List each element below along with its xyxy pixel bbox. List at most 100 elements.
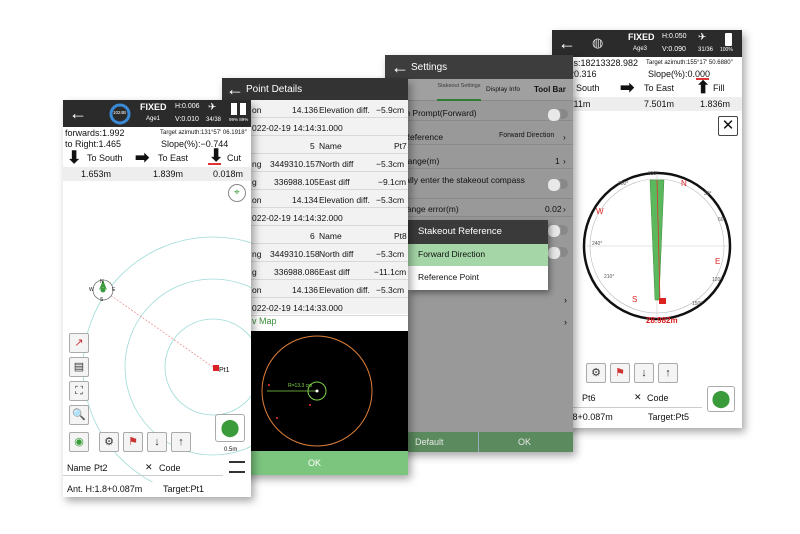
- name-bar: [552, 390, 702, 408]
- age-text: Age1: [146, 116, 161, 122]
- satellite-count: 34/38: [206, 117, 222, 123]
- compass-east: E: [715, 257, 721, 266]
- radius-label: R=13.3 cm: [288, 383, 313, 389]
- battery-icon: [240, 103, 246, 115]
- tick-240: 240°: [592, 241, 603, 247]
- guidance-arrow-east: ➡: [135, 148, 150, 167]
- title-bar: ← Point Details: [222, 78, 408, 100]
- status-bar: ← 1024B FIXED Age1 H:0.006 V:0.010 ✈ 34/…: [63, 100, 251, 127]
- tab-display-info[interactable]: Display Info: [486, 86, 520, 93]
- stakeout-reference-dialog: Stakeout Reference Forward Direction Ref…: [408, 220, 548, 290]
- compass-west: W: [89, 287, 94, 293]
- code-label: Code: [647, 393, 669, 403]
- tick-300: 300°: [618, 181, 629, 187]
- compass-south: S: [632, 295, 638, 304]
- compass-north: N: [100, 279, 104, 285]
- ok-button-label: OK: [308, 458, 322, 468]
- option-reference-label[interactable]: Reference Point: [418, 272, 479, 282]
- settings-gear-icon[interactable]: ⚙: [99, 432, 119, 452]
- setting-value: Forward Direction: [499, 132, 555, 139]
- toggle-switch[interactable]: [547, 108, 568, 122]
- toggle-switch[interactable]: [547, 178, 568, 192]
- tick-30: 30°: [704, 191, 712, 197]
- page-title: Point Details: [246, 84, 303, 95]
- settings-gear-icon[interactable]: ⚙: [586, 363, 606, 383]
- view-map-link[interactable]: v Map: [252, 316, 277, 327]
- dialog-title: Stakeout Reference: [418, 226, 502, 237]
- zoom-icon[interactable]: 🔍: [69, 405, 89, 425]
- tick-60: 60°: [718, 217, 726, 223]
- clear-icon[interactable]: ✕: [634, 392, 642, 403]
- map-layers-icon[interactable]: ▤: [69, 357, 89, 377]
- chevron-right-icon: ›: [563, 156, 566, 166]
- back-arrow-icon[interactable]: ←: [391, 58, 409, 76]
- guidance-label-cut: Cut: [227, 153, 242, 163]
- target-point[interactable]: Target:Pt1: [163, 484, 204, 495]
- option-forward-label: Forward Direction: [418, 249, 486, 259]
- tick-330: 330°: [648, 171, 659, 177]
- flag-points-icon[interactable]: ⚑: [123, 432, 143, 452]
- guidance-label-south: To South: [87, 153, 123, 163]
- name-input[interactable]: Pt6: [582, 393, 596, 404]
- setting-row[interactable]: eout Reference Forward Direction ›: [385, 127, 573, 145]
- guidance-value-south: 1.653m: [81, 169, 112, 179]
- arrow-down-icon[interactable]: ↓: [634, 363, 654, 383]
- name-input[interactable]: Pt2: [94, 463, 108, 474]
- fix-status: FIXED: [140, 102, 167, 112]
- ok-button-label: OK: [518, 437, 532, 447]
- satellite-icon: ✈: [208, 102, 217, 113]
- chevron-right-icon: ›: [564, 295, 567, 305]
- clear-icon[interactable]: ✕: [145, 462, 153, 473]
- setting-row[interactable]: mpt Range(m) 1 ›: [385, 151, 573, 169]
- v-precision: V:0.010: [175, 116, 199, 123]
- view-toggle-icon[interactable]: ◉: [69, 432, 89, 452]
- tab-stakeout-settings[interactable]: Stakeout Settings: [437, 83, 481, 89]
- arrow-down-icon[interactable]: ↓: [147, 432, 167, 452]
- chevron-right-icon: ›: [563, 132, 566, 142]
- guidance-arrow-south: ⬇: [67, 148, 82, 167]
- setting-row[interactable]: igation Prompt(Forward): [385, 103, 573, 121]
- target-distance: 28.982m: [646, 316, 678, 325]
- data-rate: 1024B: [113, 110, 127, 115]
- setting-value: 1: [555, 156, 560, 166]
- antenna-height: Ant. H:1.8+0.087m: [67, 484, 143, 494]
- compass-west: W: [596, 207, 604, 216]
- stakeout-screen-map: ← 1024B FIXED Age1 H:0.006 V:0.010 ✈ 34/…: [63, 100, 251, 497]
- menu-icon[interactable]: [229, 461, 245, 473]
- target-azimuth: Target azimuth:131°57′ 06.1918″: [160, 130, 247, 136]
- zoom-extent-icon[interactable]: ⛶: [69, 381, 89, 401]
- tick-210: 210°: [604, 274, 615, 280]
- guidance-value-east: 1.839m: [153, 169, 184, 179]
- tick-150: 150°: [692, 301, 703, 307]
- tab-tool-bar[interactable]: Tool Bar: [534, 85, 566, 95]
- code-label: Code: [159, 463, 181, 473]
- arrow-up-icon[interactable]: ↑: [171, 432, 191, 452]
- arrow-up-icon[interactable]: ↑: [658, 363, 678, 383]
- title-bar: ← Settings: [385, 55, 573, 79]
- map-pin-icon[interactable]: ⬤: [707, 386, 735, 412]
- north-compass-icon[interactable]: ⌖: [228, 184, 246, 202]
- target-point-label: Pt1: [219, 367, 230, 374]
- setting-value: 0.02: [545, 204, 562, 214]
- back-arrow-icon[interactable]: ←: [226, 80, 244, 98]
- battery-icon: [231, 103, 237, 115]
- flag-points-icon[interactable]: ⚑: [610, 363, 630, 383]
- guidance-arrow-cut: ⬇: [209, 146, 224, 165]
- h-precision: H:0.006: [175, 103, 200, 110]
- compass-dial: [582, 171, 732, 321]
- setting-row[interactable]: matically enter the stakeout compass: [385, 171, 573, 199]
- setting-row[interactable]: eout range error(m) 0.02 ›: [385, 199, 573, 217]
- page-title: Settings: [411, 62, 448, 73]
- target-point[interactable]: Target:Pt5: [648, 412, 689, 423]
- map-pin-icon[interactable]: ⬤: [215, 414, 245, 442]
- route-icon[interactable]: ↗: [69, 333, 89, 353]
- toggle-switch[interactable]: [547, 224, 568, 238]
- chevron-right-icon: ›: [563, 204, 566, 214]
- guidance-value-cut: 0.018m: [213, 169, 244, 179]
- compass-south: S: [100, 297, 104, 303]
- toggle-switch[interactable]: [547, 246, 568, 260]
- cut-marker: [208, 163, 221, 165]
- forwards-value: forwards:1.992: [65, 128, 125, 138]
- default-button-label: Default: [415, 437, 444, 447]
- back-arrow-icon[interactable]: ←: [69, 104, 87, 122]
